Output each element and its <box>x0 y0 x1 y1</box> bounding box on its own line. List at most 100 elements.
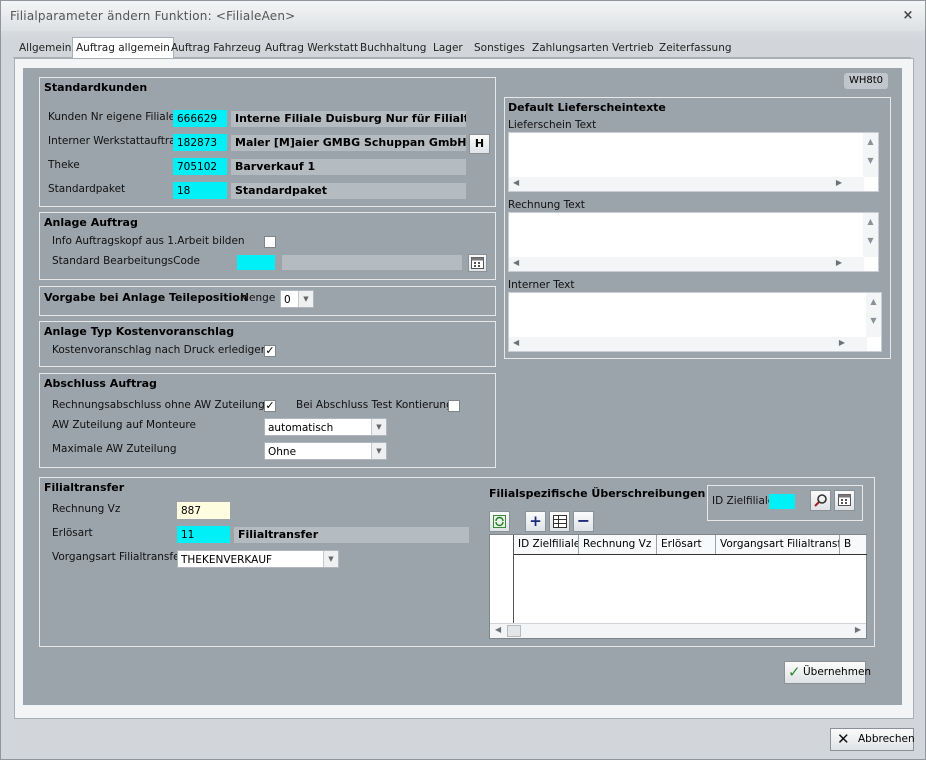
tab-zahlungsarten[interactable]: Zahlungsarten <box>530 40 611 58</box>
vorgangsart-value: THEKENVERKAUF <box>181 554 273 566</box>
search-icon[interactable] <box>810 490 831 511</box>
cancel-button-label: Abbrechen <box>858 733 915 745</box>
maximale-aw-select[interactable]: Ohne ▼ <box>264 442 387 460</box>
label-theke: Theke <box>48 159 80 171</box>
horizontal-scrollbar[interactable]: ◀ ▶ <box>509 337 867 351</box>
checkmark-icon: ✓ <box>788 663 801 681</box>
label-rechnung-text: Rechnung Text <box>508 199 585 211</box>
label-bearbeitungscode: Standard BearbeitungsCode <box>52 255 201 267</box>
vertical-scrollbar[interactable]: ▲ ▼ <box>863 213 878 257</box>
label-maximale-aw: Maximale AW Zuteilung <box>52 443 177 455</box>
version-badge: WH8t0 <box>844 73 888 89</box>
chevron-down-icon: ▼ <box>323 551 338 567</box>
h-button[interactable]: H <box>469 134 490 154</box>
dialog-window: Filialparameter ändern Funktion: <Filial… <box>0 0 926 760</box>
title-ueberschreibungen: Filialspezifische Überschreibungen <box>489 487 706 500</box>
column-header-b[interactable]: B <box>840 535 867 554</box>
chevron-down-icon: ▼ <box>371 443 386 459</box>
label-aw-zuteilung: AW Zuteilung auf Monteure <box>52 419 196 431</box>
calendar-icon[interactable] <box>468 254 487 272</box>
kunden-nr-desc: Interne Filiale Duisburg Nur für Filialt <box>231 111 466 127</box>
group-title-standardkunden: Standardkunden <box>44 81 148 94</box>
group-title-vorgabe: Vorgabe bei Anlage Teileposition <box>44 291 248 304</box>
column-header-id-zielfiliale[interactable]: ID Zielfiliale <box>514 535 579 554</box>
bearbeitungscode-field[interactable] <box>237 255 275 270</box>
rechnung-text-area[interactable]: ▲ ▼ ◀ ▶ <box>508 212 879 272</box>
rechnungsabschluss-checkbox[interactable]: ✓ <box>264 400 276 412</box>
label-rechnung-vz: Rechnung Vz <box>52 503 121 515</box>
column-header-rechnung-vz[interactable]: Rechnung Vz <box>579 535 657 554</box>
vertical-scrollbar[interactable]: ▲ ▼ <box>866 293 881 337</box>
window-title: Filialparameter ändern Funktion: <Filial… <box>10 9 296 23</box>
horizontal-scrollbar[interactable]: ◀ ▶ <box>509 257 864 271</box>
werkstattauftrag-field[interactable]: 182873 <box>173 134 227 151</box>
werkstattauftrag-desc: Maler [M]aier GMBG Schuppan GmbH <box>231 135 466 151</box>
tab-auftrag-fahrzeug[interactable]: Auftrag Fahrzeug <box>169 40 263 58</box>
column-header-erloesart[interactable]: Erlösart <box>657 535 716 554</box>
aw-zuteilung-value: automatisch <box>268 422 334 434</box>
menge-select[interactable]: 0 ▼ <box>280 290 314 308</box>
chevron-down-icon: ▼ <box>298 291 313 307</box>
erloesart-field[interactable]: 11 <box>177 526 230 543</box>
tab-buchhaltung[interactable]: Buchhaltung <box>358 40 428 58</box>
close-icon[interactable]: × <box>901 9 915 23</box>
theke-field[interactable]: 705102 <box>173 158 227 175</box>
erloesart-desc: Filialtransfer <box>234 527 469 543</box>
standardpaket-field[interactable]: 18 <box>173 182 227 199</box>
standardpaket-desc: Standardpaket <box>231 183 466 199</box>
label-test-kontierung: Bei Abschluss Test Kontierung <box>296 399 453 411</box>
vorgangsart-select[interactable]: THEKENVERKAUF ▼ <box>177 550 339 568</box>
label-werkstattauftrag: Interner Werkstattauftrag <box>48 135 183 147</box>
refresh-icon[interactable] <box>489 511 510 532</box>
label-menge: Menge <box>240 292 276 304</box>
group-title-kostenvoranschlag: Anlage Typ Kostenvoranschlag <box>44 325 235 338</box>
vertical-scrollbar[interactable]: ▲ ▼ <box>863 133 878 177</box>
group-title-abschluss: Abschluss Auftrag <box>44 377 157 390</box>
label-rechnungsabschluss: Rechnungsabschluss ohne AW Zuteilung <box>52 399 265 411</box>
calendar-icon[interactable] <box>834 490 855 511</box>
apply-button[interactable]: ✓ Übernehmen <box>784 661 871 684</box>
label-id-zielfiliale: ID Zielfiliale <box>712 495 775 507</box>
label-erloesart: Erlösart <box>52 527 93 539</box>
label-info-auftragskopf: Info Auftragskopf aus 1.Arbeit bilden <box>52 235 245 247</box>
aw-zuteilung-select[interactable]: automatisch ▼ <box>264 418 387 436</box>
interner-text-area[interactable]: ▲ ▼ ◀ ▶ <box>508 292 882 352</box>
info-auftragskopf-checkbox[interactable] <box>264 236 276 248</box>
edit-grid-icon[interactable] <box>549 511 570 532</box>
lieferschein-text-area[interactable]: ▲ ▼ ◀ ▶ <box>508 132 879 192</box>
maximale-aw-value: Ohne <box>268 446 297 458</box>
tab-vertrieb[interactable]: Vertrieb <box>610 40 656 58</box>
kunden-nr-field[interactable]: 666629 <box>173 110 227 127</box>
id-zielfiliale-field[interactable] <box>769 494 795 509</box>
group-title-filialtransfer: Filialtransfer <box>44 481 125 494</box>
add-icon[interactable]: + <box>525 511 546 532</box>
tab-auftrag-werkstatt[interactable]: Auftrag Werkstatt <box>263 40 360 58</box>
ueberschreibungen-grid[interactable]: ID Zielfiliale Rechnung Vz Erlösart Vorg… <box>489 534 867 639</box>
column-header-vorgangsart[interactable]: Vorgangsart Filialtransfer <box>716 535 840 554</box>
cancel-button[interactable]: ✕ Abbrechen <box>830 728 915 751</box>
title-bar: Filialparameter ändern Funktion: <Filial… <box>1 1 925 31</box>
tab-zeiterfassung[interactable]: Zeiterfassung <box>657 40 734 58</box>
remove-icon[interactable]: − <box>573 511 594 532</box>
horizontal-scrollbar[interactable]: ◀ ▶ <box>490 623 866 638</box>
apply-button-label: Übernehmen <box>803 666 872 678</box>
label-vorgangsart: Vorgangsart Filialtransfer <box>52 551 184 563</box>
tab-allgemein[interactable]: Allgemein <box>17 40 73 58</box>
theke-desc: Barverkauf 1 <box>231 159 466 175</box>
tab-auftrag-allgemein[interactable]: Auftrag allgemein <box>72 37 174 59</box>
horizontal-scrollbar[interactable]: ◀ ▶ <box>509 177 864 191</box>
label-lieferschein-text: Lieferschein Text <box>508 119 597 131</box>
header-divider <box>514 554 867 555</box>
tab-sonstiges[interactable]: Sonstiges <box>472 40 527 58</box>
group-title-lieferscheintexte: Default Lieferscheintexte <box>508 101 666 114</box>
kostenvoranschlag-checkbox[interactable]: ✓ <box>264 345 276 357</box>
rechnung-vz-field[interactable]: 887 <box>177 502 230 519</box>
label-kunden-nr: Kunden Nr eigene Filiale <box>48 111 176 123</box>
label-interner-text: Interner Text <box>508 279 575 291</box>
test-kontierung-checkbox[interactable] <box>448 400 460 412</box>
tab-lager[interactable]: Lager <box>431 40 465 58</box>
label-kostenvoranschlag: Kostenvoranschlag nach Druck erledigen <box>52 344 268 356</box>
group-title-anlage-auftrag: Anlage Auftrag <box>44 216 138 229</box>
grid-row-indicator <box>490 535 514 624</box>
bearbeitungscode-desc <box>282 255 462 270</box>
